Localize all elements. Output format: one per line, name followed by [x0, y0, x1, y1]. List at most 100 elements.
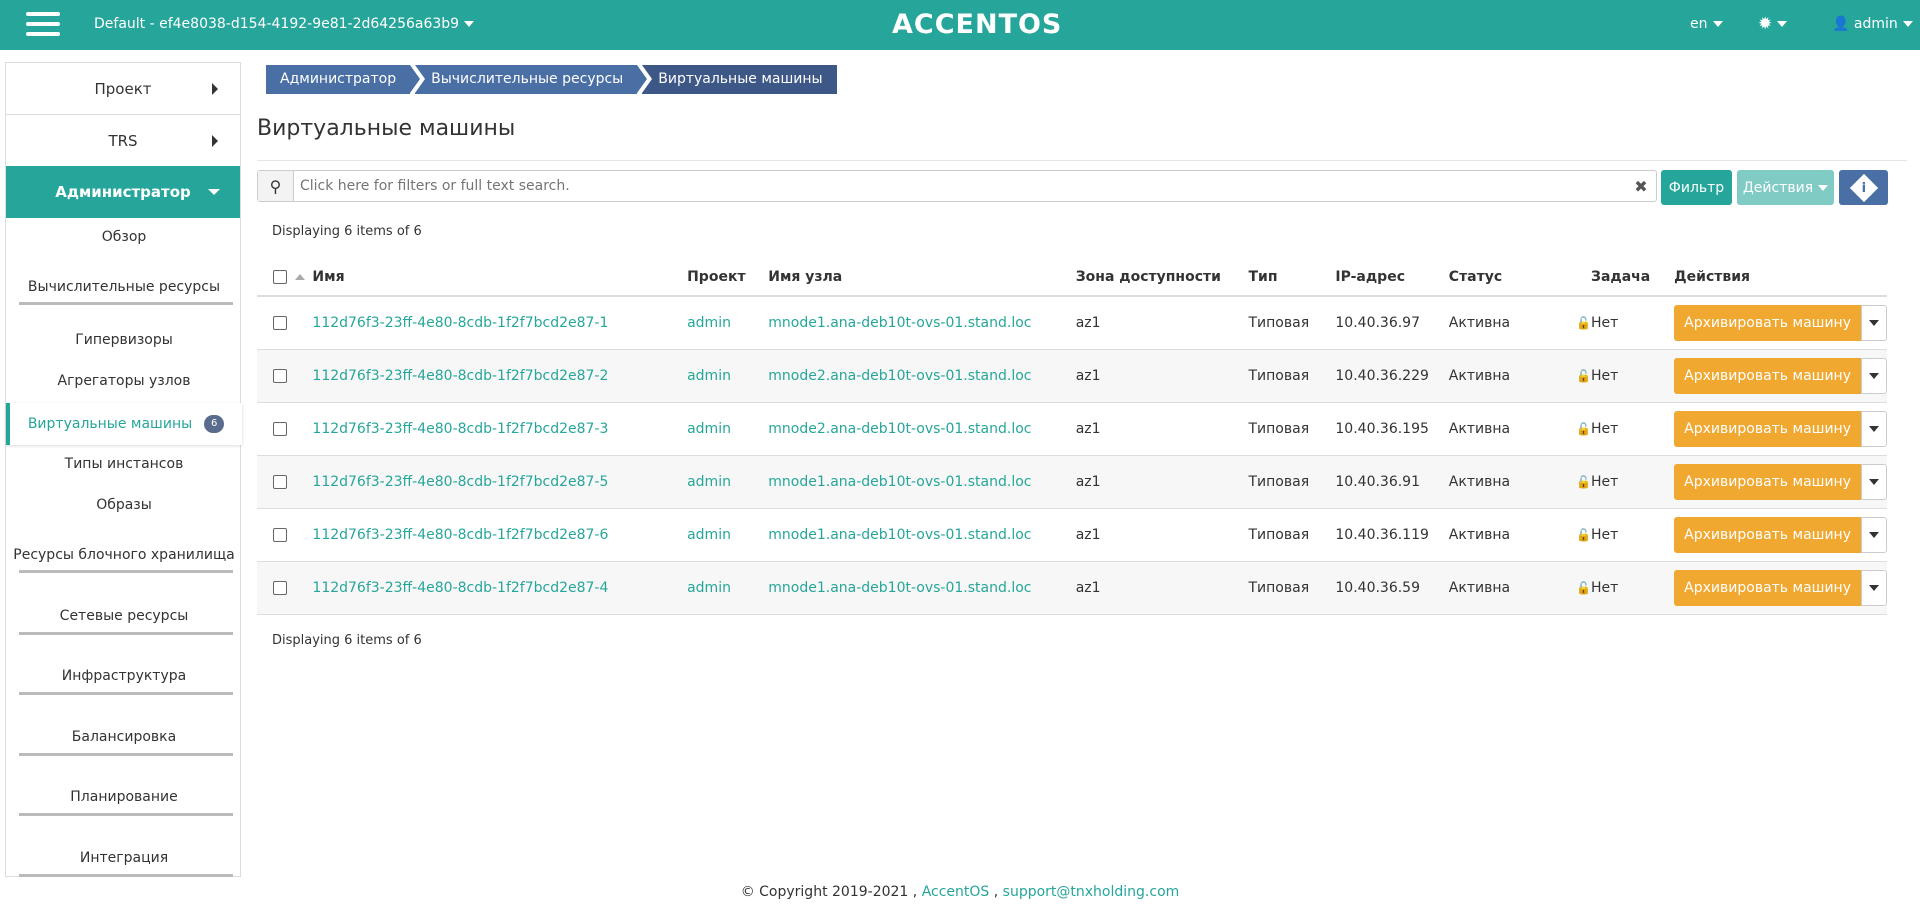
task-cell: Нет	[1591, 561, 1675, 615]
sidebar-item-hypervisors[interactable]: Гипервизоры	[6, 332, 242, 348]
host-link[interactable]: mnode1.ana-deb10t-ovs-01.stand.loc	[768, 580, 1031, 596]
ip-cell: 10.40.36.195	[1335, 402, 1449, 456]
support-email-link[interactable]: support@tnxholding.com	[1003, 884, 1180, 900]
name-cell: 112d76f3-23ff-4e80-8cdb-1f2f7bcd2e87-3	[312, 402, 688, 456]
accentos-link[interactable]: AccentOS	[922, 884, 990, 900]
archive-instance-button[interactable]: Архивировать машину	[1674, 516, 1861, 553]
header-host[interactable]: Имя узла	[768, 259, 1076, 297]
row-actions-dropdown[interactable]	[1861, 516, 1887, 553]
sidebar-item-instances[interactable]: Виртуальные машины 6	[6, 403, 242, 445]
gear-icon: ✹	[1758, 14, 1773, 34]
row-actions-dropdown[interactable]	[1861, 463, 1887, 500]
lock-icon: 🔓	[1576, 580, 1592, 595]
sidebar-item-admin[interactable]: Администратор	[6, 166, 240, 218]
header-name[interactable]: Имя	[312, 259, 688, 297]
user-menu[interactable]: 👤 admin	[1832, 16, 1913, 32]
header-status[interactable]: Статус	[1448, 259, 1592, 297]
copyright-text: © Copyright 2019-2021 ,	[740, 884, 918, 900]
sidebar-item-overview[interactable]: Обзор	[6, 229, 242, 245]
sidebar-item-images[interactable]: Образы	[6, 497, 242, 513]
header-actions: Действия	[1674, 259, 1887, 297]
host-link[interactable]: mnode1.ana-deb10t-ovs-01.stand.loc	[768, 315, 1031, 331]
instance-name-link[interactable]: 112d76f3-23ff-4e80-8cdb-1f2f7bcd2e87-4	[312, 580, 608, 596]
archive-instance-button[interactable]: Архивировать машину	[1674, 569, 1861, 606]
row-actions-dropdown[interactable]	[1861, 304, 1887, 341]
archive-instance-button[interactable]: Архивировать машину	[1674, 410, 1861, 447]
header-project[interactable]: Проект	[687, 259, 769, 297]
instance-name-link[interactable]: 112d76f3-23ff-4e80-8cdb-1f2f7bcd2e87-2	[312, 368, 608, 384]
chevron-right-icon	[212, 83, 218, 95]
row-checkbox[interactable]	[273, 580, 287, 595]
sidebar-item-scheduling[interactable]: Планирование	[6, 789, 242, 805]
host-cell: mnode2.ana-deb10t-ovs-01.stand.loc	[768, 402, 1076, 456]
project-link[interactable]: admin	[687, 421, 731, 437]
row-actions-dropdown[interactable]	[1861, 357, 1887, 394]
project-link[interactable]: admin	[687, 474, 731, 490]
row-actions-dropdown[interactable]	[1861, 410, 1887, 447]
name-cell: 112d76f3-23ff-4e80-8cdb-1f2f7bcd2e87-2	[312, 349, 688, 403]
sidebar-item-project[interactable]: Проект	[6, 62, 240, 114]
sidebar-item-block-storage[interactable]: Ресурсы блочного хранилища	[6, 547, 242, 563]
menu-toggle-icon[interactable]	[26, 12, 60, 38]
row-checkbox[interactable]	[273, 315, 287, 330]
sidebar-item-compute[interactable]: Вычислительные ресурсы	[6, 279, 242, 295]
zone-cell: az1	[1075, 402, 1249, 456]
filter-button[interactable]: Фильтр	[1661, 170, 1732, 205]
actions-button[interactable]: Действия	[1737, 170, 1834, 205]
sidebar-item-trs[interactable]: TRS	[6, 114, 240, 166]
status-text: Активна	[1448, 367, 1511, 384]
task-cell: Нет	[1591, 455, 1675, 509]
sort-icon[interactable]	[295, 274, 305, 280]
project-link[interactable]: admin	[687, 315, 731, 331]
chevron-down-icon	[1902, 21, 1913, 27]
instance-name-link[interactable]: 112d76f3-23ff-4e80-8cdb-1f2f7bcd2e87-5	[312, 474, 608, 490]
instance-name-link[interactable]: 112d76f3-23ff-4e80-8cdb-1f2f7bcd2e87-6	[312, 527, 608, 543]
archive-instance-button[interactable]: Архивировать машину	[1674, 357, 1861, 394]
table-row: 112d76f3-23ff-4e80-8cdb-1f2f7bcd2e87-4 ad…	[257, 561, 1887, 615]
header-task[interactable]: Задача	[1591, 259, 1675, 297]
status-cell: Активна 🔓	[1448, 455, 1592, 509]
instances-table: Имя Проект Имя узла Зона доступности Тип…	[257, 259, 1887, 615]
sidebar-item-host-aggregates[interactable]: Агрегаторы узлов	[6, 373, 242, 389]
sidebar-item-infrastructure[interactable]: Инфраструктура	[6, 668, 242, 684]
language-label: en	[1690, 16, 1708, 32]
row-checkbox[interactable]	[273, 527, 287, 542]
host-link[interactable]: mnode2.ana-deb10t-ovs-01.stand.loc	[768, 368, 1031, 384]
table-row: 112d76f3-23ff-4e80-8cdb-1f2f7bcd2e87-5 ad…	[257, 455, 1887, 509]
archive-instance-button[interactable]: Архивировать машину	[1674, 463, 1861, 500]
sidebar-item-integration[interactable]: Интеграция	[6, 850, 242, 866]
sidebar-item-flavors[interactable]: Типы инстансов	[6, 456, 242, 472]
instance-name-link[interactable]: 112d76f3-23ff-4e80-8cdb-1f2f7bcd2e87-1	[312, 315, 608, 331]
project-link[interactable]: admin	[687, 580, 731, 596]
status-cell: Активна 🔓	[1448, 296, 1592, 350]
chevron-down-icon	[208, 189, 220, 195]
sidebar-item-network[interactable]: Сетевые ресурсы	[6, 608, 242, 624]
row-checkbox[interactable]	[273, 421, 287, 436]
chevron-down-icon	[1869, 372, 1879, 379]
archive-instance-button[interactable]: Архивировать машину	[1674, 304, 1861, 341]
host-cell: mnode1.ana-deb10t-ovs-01.stand.loc	[768, 561, 1076, 615]
row-checkbox[interactable]	[273, 368, 287, 383]
row-actions-dropdown[interactable]	[1861, 569, 1887, 606]
breadcrumb-item-admin[interactable]: Администратор	[266, 65, 421, 94]
breadcrumb-item-compute[interactable]: Вычислительные ресурсы	[415, 65, 648, 94]
instance-name-link[interactable]: 112d76f3-23ff-4e80-8cdb-1f2f7bcd2e87-3	[312, 421, 608, 437]
header-zone[interactable]: Зона доступности	[1075, 259, 1249, 297]
host-link[interactable]: mnode2.ana-deb10t-ovs-01.stand.loc	[768, 421, 1031, 437]
select-all-checkbox[interactable]	[273, 270, 287, 284]
header-ip[interactable]: IP-адрес	[1335, 259, 1449, 297]
project-selector[interactable]: Default - ef4e8038-d154-4192-9e81-2d6425…	[94, 16, 475, 32]
host-link[interactable]: mnode1.ana-deb10t-ovs-01.stand.loc	[768, 527, 1031, 543]
language-selector[interactable]: en	[1690, 16, 1723, 32]
header-type[interactable]: Тип	[1248, 259, 1336, 297]
clear-icon[interactable]: ✖	[1626, 177, 1656, 196]
project-link[interactable]: admin	[687, 527, 731, 543]
sidebar-item-balancing[interactable]: Балансировка	[6, 729, 242, 745]
project-link[interactable]: admin	[687, 368, 731, 384]
row-select-cell	[257, 349, 313, 403]
row-checkbox[interactable]	[273, 474, 287, 489]
search-input[interactable]	[294, 172, 1626, 200]
theme-settings-menu[interactable]: ✹	[1758, 14, 1788, 34]
host-link[interactable]: mnode1.ana-deb10t-ovs-01.stand.loc	[768, 474, 1031, 490]
info-button[interactable]: i	[1839, 170, 1888, 205]
